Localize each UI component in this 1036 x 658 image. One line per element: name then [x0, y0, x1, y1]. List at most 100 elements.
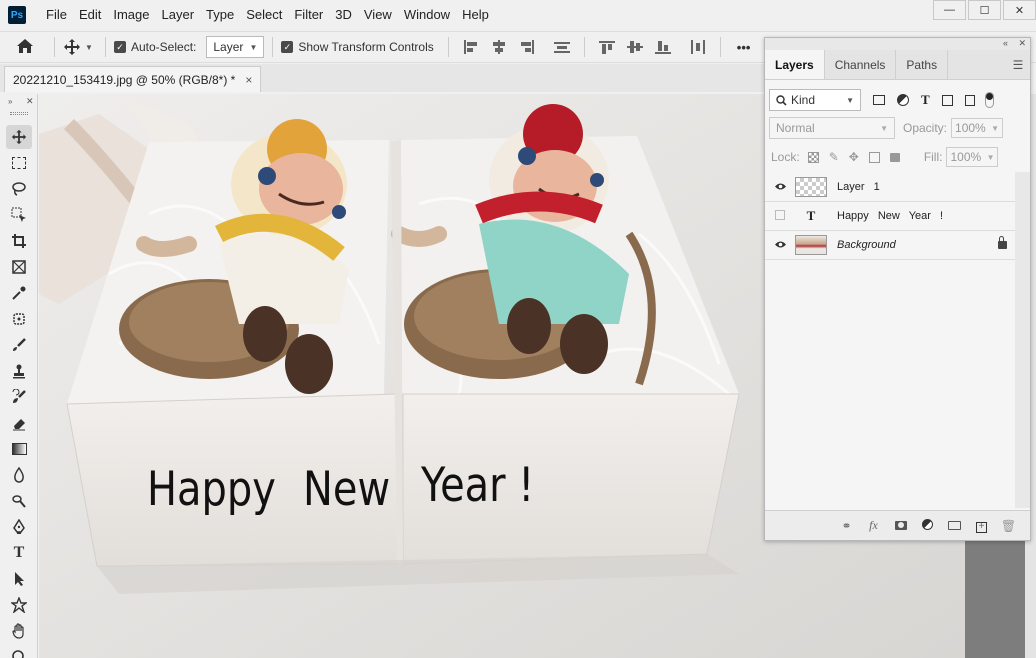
new-adjustment-layer-icon[interactable]	[914, 518, 941, 533]
menu-layer[interactable]: Layer	[156, 0, 201, 30]
more-options-button[interactable]: •••	[737, 40, 751, 55]
fill-field[interactable]: 100% ▼	[946, 147, 999, 167]
path-selection-tool-icon[interactable]	[6, 567, 32, 591]
filter-toggle-icon[interactable]	[984, 92, 994, 108]
move-tool-preset-icon[interactable]: ▼	[63, 38, 97, 56]
auto-select-dropdown[interactable]: Layer ▼	[206, 36, 265, 58]
menu-view[interactable]: View	[358, 0, 398, 30]
menu-edit[interactable]: Edit	[73, 0, 107, 30]
lasso-tool-icon[interactable]	[6, 177, 32, 201]
document-tab[interactable]: 20221210_153419.jpg @ 50% (RGB/8*) * ×	[4, 66, 262, 92]
frame-tool-icon[interactable]	[6, 255, 32, 279]
distribute-vertical-icon[interactable]	[553, 39, 571, 55]
custom-shape-tool-icon[interactable]	[6, 593, 32, 617]
visibility-eye-icon[interactable]	[765, 180, 795, 194]
fx-icon[interactable]: fx	[860, 518, 887, 533]
lock-image-icon[interactable]: ✎	[829, 150, 839, 164]
move-tool-icon[interactable]	[6, 125, 32, 149]
lock-position-icon[interactable]: ✥	[849, 150, 859, 164]
distribute-horizontal-icon[interactable]	[689, 39, 707, 55]
crop-tool-icon[interactable]	[6, 229, 32, 253]
pen-tool-icon[interactable]	[6, 515, 32, 539]
toolbar-close-icon[interactable]: ✕	[26, 96, 34, 107]
filter-kind-value: Kind	[791, 93, 816, 107]
lock-transparent-icon[interactable]	[807, 151, 819, 163]
layer-row-background[interactable]: Background	[765, 231, 1015, 260]
canvas-text-happy[interactable]: Happy	[147, 462, 276, 517]
dodge-tool-icon[interactable]	[6, 489, 32, 513]
toolbar-collapse-icon[interactable]: »	[8, 97, 12, 106]
layers-scrollbar[interactable]	[1015, 172, 1030, 508]
align-left-edges-icon[interactable]	[462, 39, 480, 55]
filter-type-icon[interactable]: T	[921, 92, 930, 108]
maximize-button[interactable]: ☐	[968, 0, 1001, 20]
filter-pixel-icon[interactable]	[873, 95, 885, 105]
clone-stamp-tool-icon[interactable]	[6, 359, 32, 383]
canvas-text-new[interactable]: New	[303, 462, 390, 517]
blur-tool-icon[interactable]	[6, 463, 32, 487]
layer-row-layer1[interactable]: Layer 1	[765, 173, 1015, 202]
opacity-label: Opacity:	[903, 121, 948, 135]
layer-row-text[interactable]: T Happy New Year !	[765, 202, 1015, 231]
photoshop-logo-icon[interactable]: Ps	[8, 6, 26, 24]
auto-select-checkbox[interactable]: ✓	[114, 41, 126, 53]
align-vertical-centers-icon[interactable]	[626, 39, 644, 55]
close-panel-icon[interactable]: ✕	[1018, 38, 1026, 49]
type-tool-icon[interactable]: T	[6, 541, 32, 565]
zoom-tool-icon[interactable]	[6, 645, 32, 658]
collapse-panel-icon[interactable]: «	[1003, 38, 1008, 48]
tab-paths[interactable]: Paths	[896, 50, 949, 79]
lock-artboard-icon[interactable]	[868, 151, 880, 163]
gradient-tool-icon[interactable]	[6, 437, 32, 461]
filter-shape-icon[interactable]	[941, 94, 953, 106]
menu-image[interactable]: Image	[107, 0, 155, 30]
healing-brush-tool-icon[interactable]	[6, 307, 32, 331]
eyedropper-tool-icon[interactable]	[6, 281, 32, 305]
lock-all-icon[interactable]	[889, 152, 900, 162]
eraser-tool-icon[interactable]	[6, 411, 32, 435]
align-right-edges-icon[interactable]	[518, 39, 536, 55]
new-layer-icon[interactable]: +	[968, 518, 995, 533]
tools-panel: » ✕ T	[0, 94, 38, 658]
tab-layers[interactable]: Layers	[765, 50, 825, 79]
menu-bar: Ps File Edit Image Layer Type Select Fil…	[0, 0, 1036, 30]
hand-tool-icon[interactable]	[6, 619, 32, 643]
menu-3d[interactable]: 3D	[329, 0, 358, 30]
brush-tool-icon[interactable]	[6, 333, 32, 357]
menu-window[interactable]: Window	[398, 0, 456, 30]
add-mask-icon[interactable]	[887, 519, 914, 533]
tab-channels[interactable]: Channels	[825, 50, 897, 79]
menu-help[interactable]: Help	[456, 0, 495, 30]
panel-tabs: Layers Channels Paths ☰	[765, 50, 1030, 80]
menu-type[interactable]: Type	[200, 0, 240, 30]
minimize-button[interactable]: —	[933, 0, 966, 20]
text-layer-icon: T	[806, 208, 816, 223]
visibility-eye-icon[interactable]	[765, 238, 795, 252]
filter-kind-dropdown[interactable]: Kind ▼	[769, 89, 861, 111]
link-layers-icon[interactable]: ⚭	[833, 519, 860, 533]
new-group-folder-icon[interactable]	[941, 519, 968, 533]
align-top-edges-icon[interactable]	[598, 39, 616, 55]
visibility-toggle-empty[interactable]	[765, 209, 795, 223]
blend-mode-dropdown[interactable]: Normal ▼	[769, 117, 895, 139]
align-bottom-edges-icon[interactable]	[654, 39, 672, 55]
canvas-text-year[interactable]: Year !	[421, 458, 534, 513]
align-horizontal-centers-icon[interactable]	[490, 39, 508, 55]
panel-menu-icon[interactable]: ☰	[1006, 50, 1030, 79]
toolbar-grip[interactable]	[10, 112, 28, 115]
menu-file[interactable]: File	[40, 0, 73, 30]
home-icon[interactable]	[16, 38, 46, 57]
menu-select[interactable]: Select	[240, 0, 288, 30]
close-window-button[interactable]: ✕	[1003, 0, 1036, 20]
show-transform-checkbox[interactable]: ✓	[281, 41, 294, 53]
opacity-field[interactable]: 100% ▼	[951, 118, 1004, 138]
menu-filter[interactable]: Filter	[288, 0, 329, 30]
marquee-tool-icon[interactable]	[6, 151, 32, 175]
history-brush-tool-icon[interactable]	[6, 385, 32, 409]
layers-panel: « ✕ Layers Channels Paths ☰ Kind ▼ T Nor…	[764, 37, 1031, 541]
close-tab-icon[interactable]: ×	[245, 73, 252, 87]
object-selection-tool-icon[interactable]	[6, 203, 32, 227]
delete-layer-trash-icon[interactable]: 🗑	[995, 519, 1022, 533]
filter-adjustment-icon[interactable]	[897, 94, 909, 106]
filter-smart-object-icon[interactable]	[964, 94, 975, 106]
